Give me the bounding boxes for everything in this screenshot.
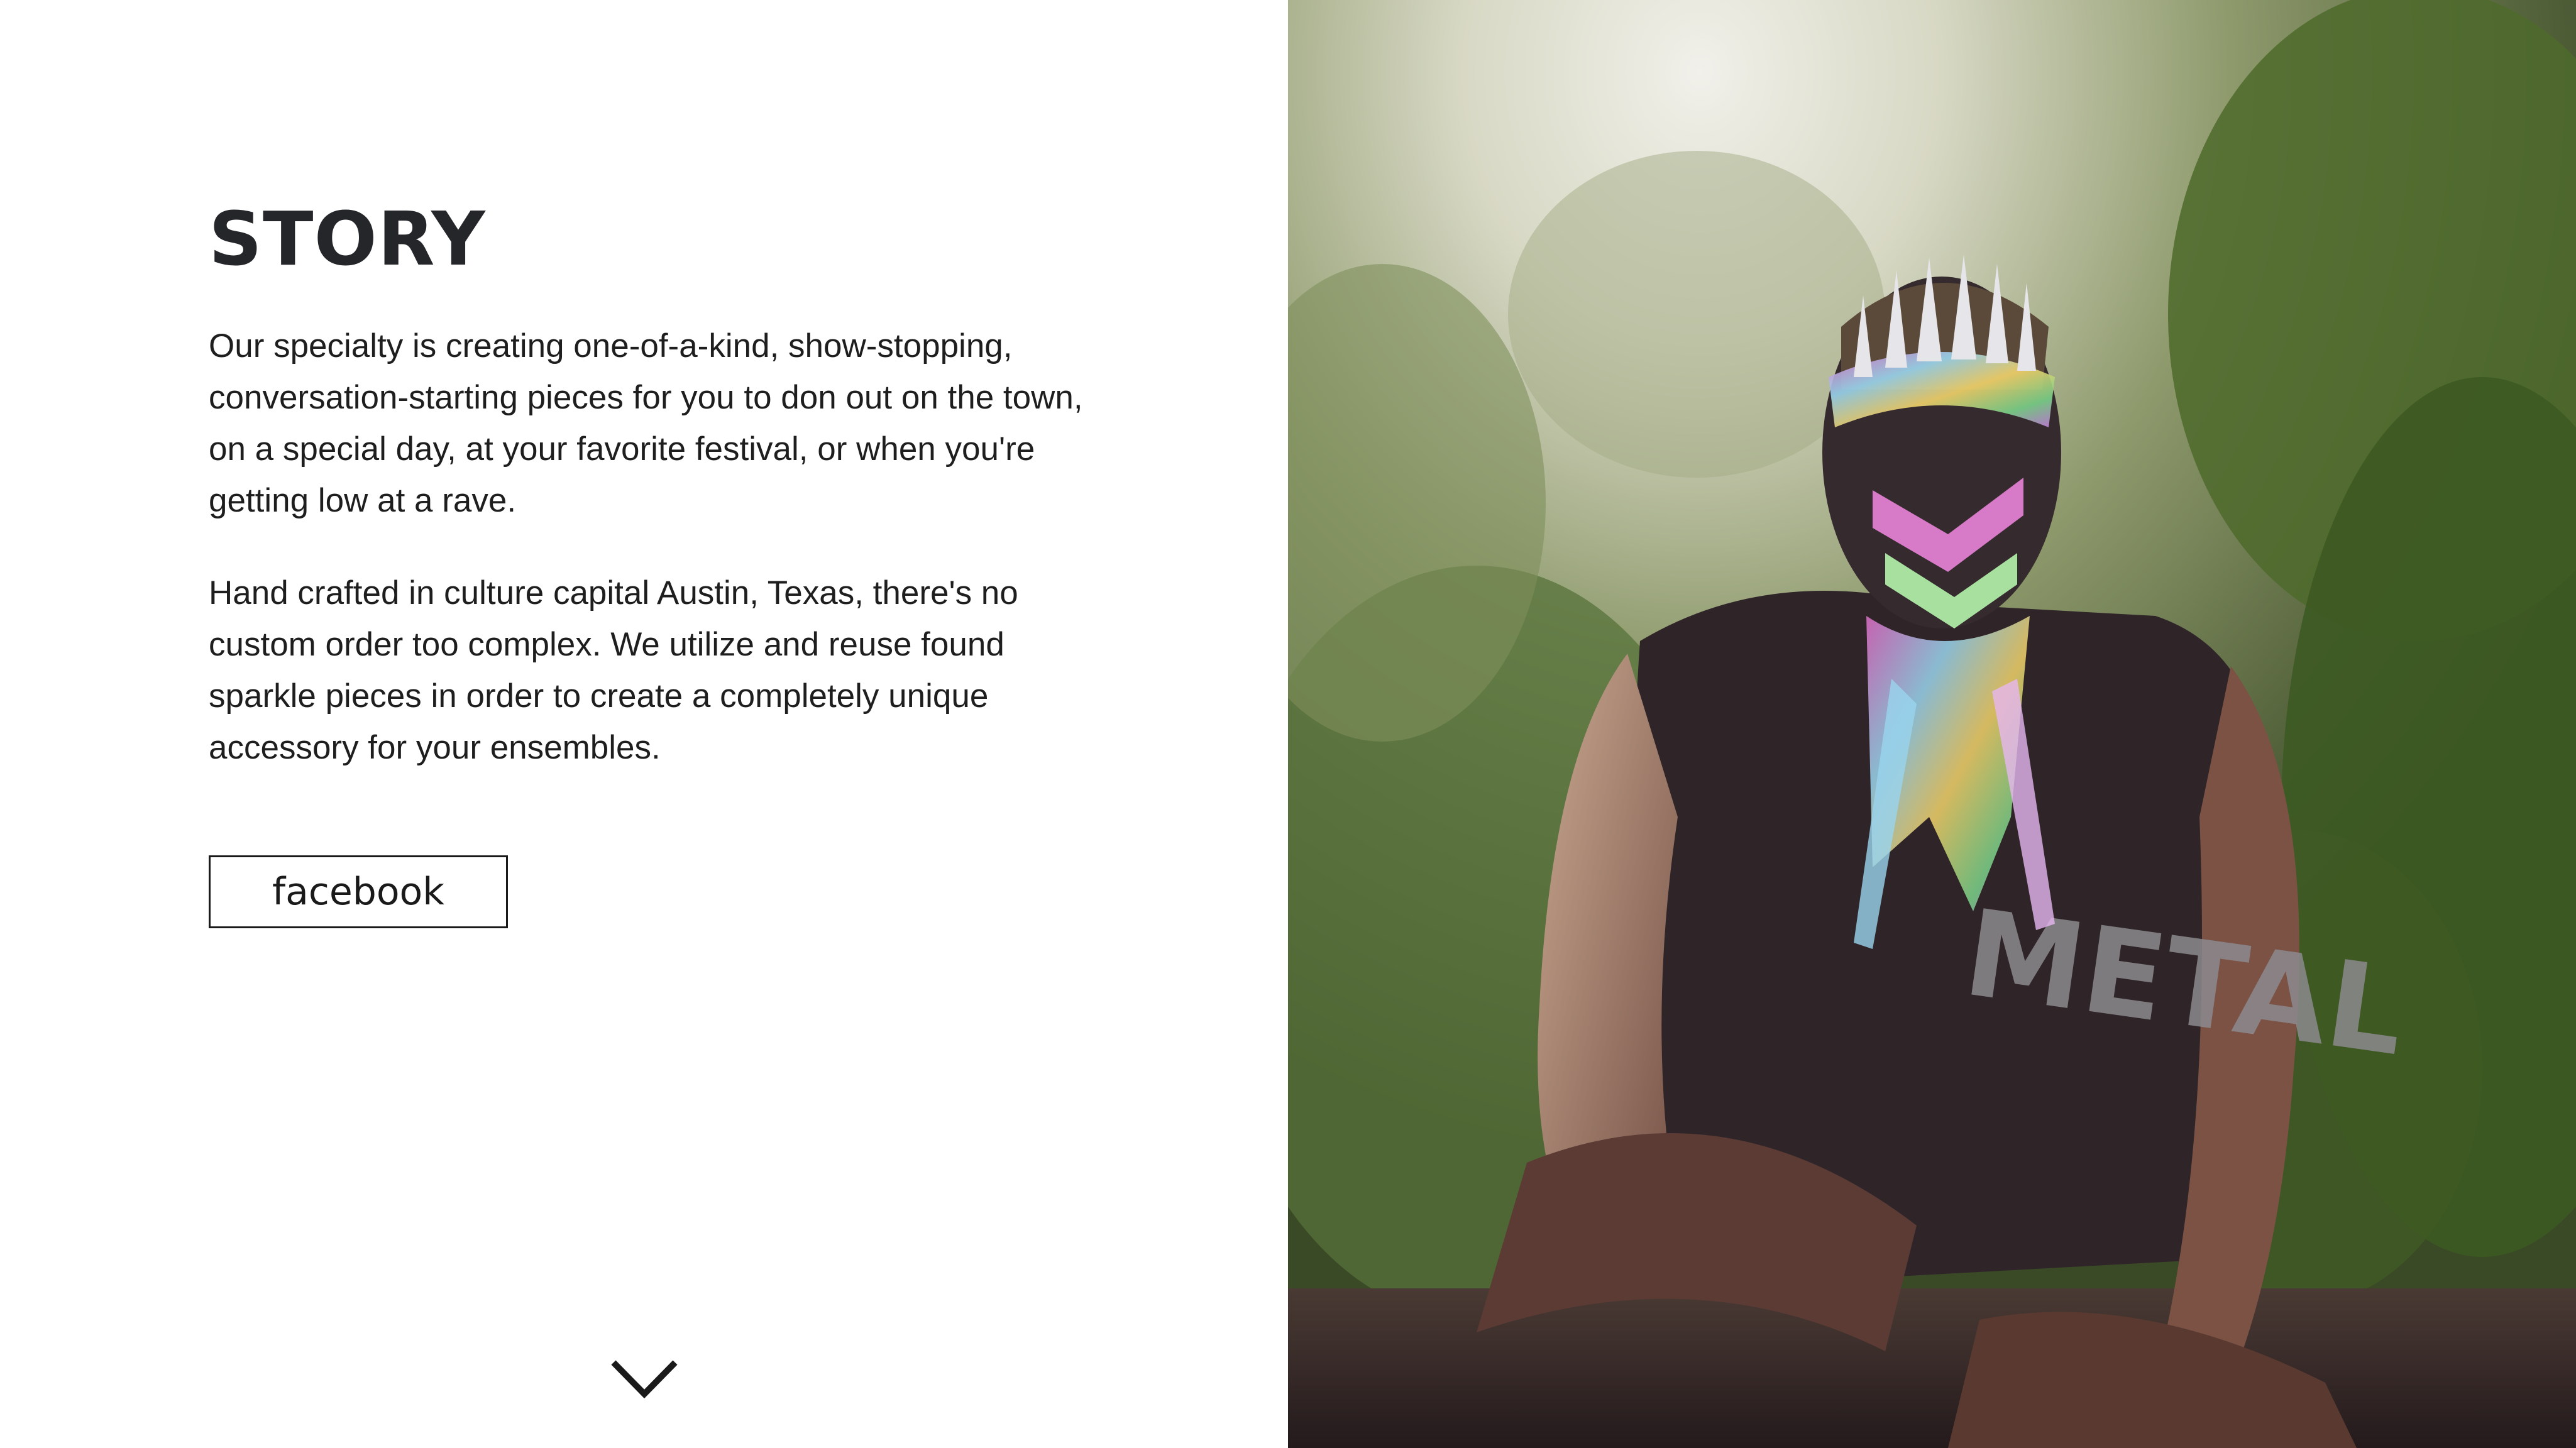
scroll-down-button[interactable]: [610, 1358, 679, 1401]
facebook-button[interactable]: facebook: [209, 855, 508, 928]
masked-person-photo: METAL: [1288, 0, 2576, 1448]
hero-photo: METAL: [1288, 0, 2576, 1448]
page: STORY Our specialty is creating one-of-a…: [0, 0, 2576, 1448]
story-content: STORY Our specialty is creating one-of-a…: [209, 185, 1101, 928]
story-paragraph-2: Hand crafted in culture capital Austin, …: [209, 574, 1018, 766]
story-paragraph-1: Our specialty is creating one-of-a-kind,…: [209, 327, 1083, 519]
story-section: STORY Our specialty is creating one-of-a…: [0, 0, 1288, 1448]
section-title: STORY: [209, 195, 486, 282]
chevron-down-icon: [611, 1360, 678, 1399]
